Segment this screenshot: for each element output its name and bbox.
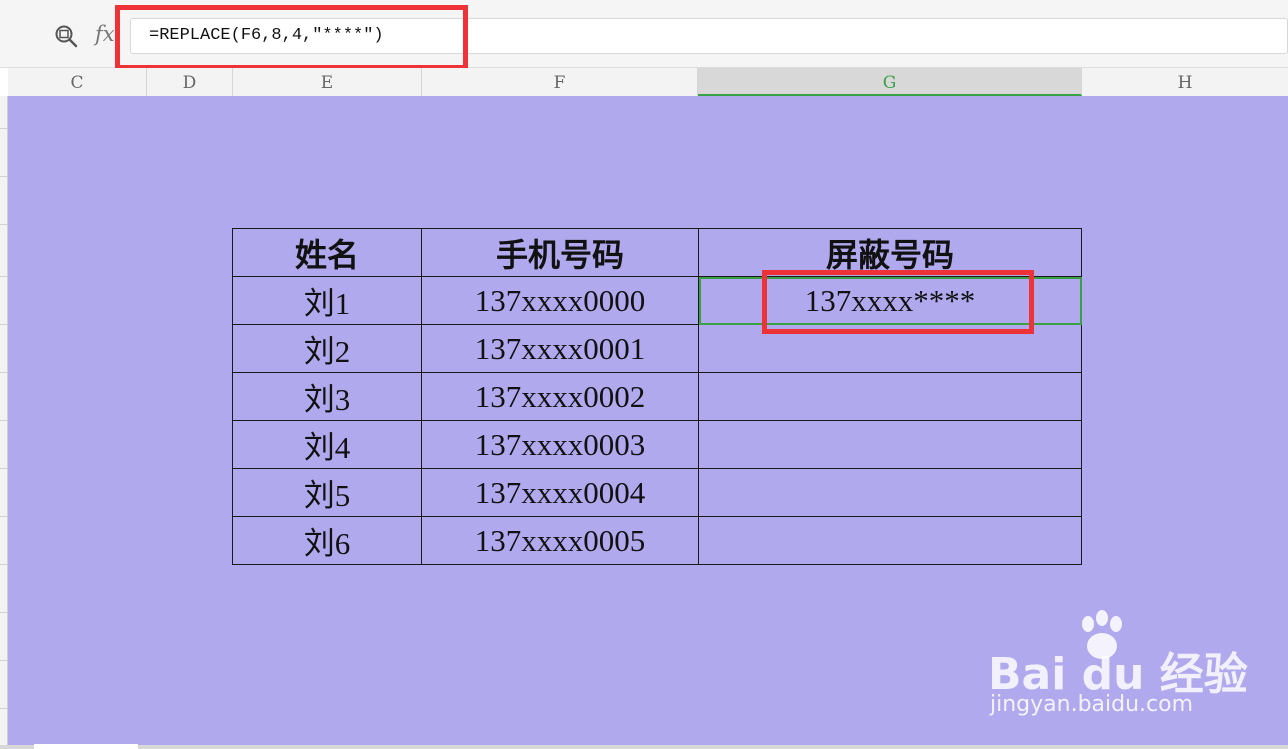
formula-highlight-box (115, 5, 468, 70)
row-divider (0, 420, 8, 421)
row-divider (0, 276, 8, 277)
row-divider (0, 224, 8, 225)
name-cell[interactable]: 刘2 (232, 324, 422, 373)
table-row: 刘3 137xxxx0002 (232, 372, 1082, 421)
row-divider (0, 128, 8, 129)
row-divider (0, 708, 8, 709)
row-divider (0, 372, 8, 373)
phone-cell[interactable]: 137xxxx0002 (421, 372, 699, 421)
table-row: 刘4 137xxxx0003 (232, 420, 1082, 469)
sheet-tab-bar (0, 745, 1288, 749)
column-header-h[interactable]: H (1082, 68, 1288, 96)
masked-cell[interactable] (698, 420, 1082, 469)
baidu-jingyan-watermark: Bai du 经验 jingyan.baidu.com (986, 608, 1248, 728)
name-cell[interactable]: 刘1 (232, 276, 422, 325)
row-divider (0, 468, 8, 469)
table-row: 刘5 137xxxx0004 (232, 468, 1082, 517)
header-cell-name[interactable]: 姓名 (232, 228, 422, 277)
zoom-formula-icon[interactable] (54, 24, 78, 48)
header-cell-phone[interactable]: 手机号码 (421, 228, 699, 277)
row-divider (0, 564, 8, 565)
phone-cell[interactable]: 137xxxx0003 (421, 420, 699, 469)
name-cell[interactable]: 刘6 (232, 516, 422, 565)
phone-cell[interactable]: 137xxxx0004 (421, 468, 699, 517)
row-divider (0, 324, 8, 325)
masked-cell[interactable] (698, 516, 1082, 565)
masked-cell[interactable] (698, 372, 1082, 421)
phone-cell[interactable]: 137xxxx0000 (421, 276, 699, 325)
watermark-url: jingyan.baidu.com (990, 692, 1194, 717)
row-header-strip[interactable] (0, 96, 8, 749)
row-divider (0, 612, 8, 613)
row-divider (0, 660, 8, 661)
column-header-c[interactable]: C (8, 68, 147, 96)
name-cell[interactable]: 刘5 (232, 468, 422, 517)
phone-cell[interactable]: 137xxxx0005 (421, 516, 699, 565)
masked-cell[interactable] (698, 468, 1082, 517)
table-row: 刘6 137xxxx0005 (232, 516, 1082, 565)
sheet-tab[interactable] (34, 744, 138, 749)
column-header-row: C D E F G H (8, 68, 1288, 97)
result-highlight-box (762, 270, 1034, 334)
phone-cell[interactable]: 137xxxx0001 (421, 324, 699, 373)
column-header-f[interactable]: F (422, 68, 698, 96)
column-header-g[interactable]: G (698, 68, 1082, 96)
column-header-e[interactable]: E (233, 68, 422, 96)
row-divider (0, 516, 8, 517)
row-divider (0, 176, 8, 177)
fx-icon[interactable]: fx (95, 22, 115, 46)
name-cell[interactable]: 刘3 (232, 372, 422, 421)
column-header-d[interactable]: D (147, 68, 233, 96)
name-cell[interactable]: 刘4 (232, 420, 422, 469)
